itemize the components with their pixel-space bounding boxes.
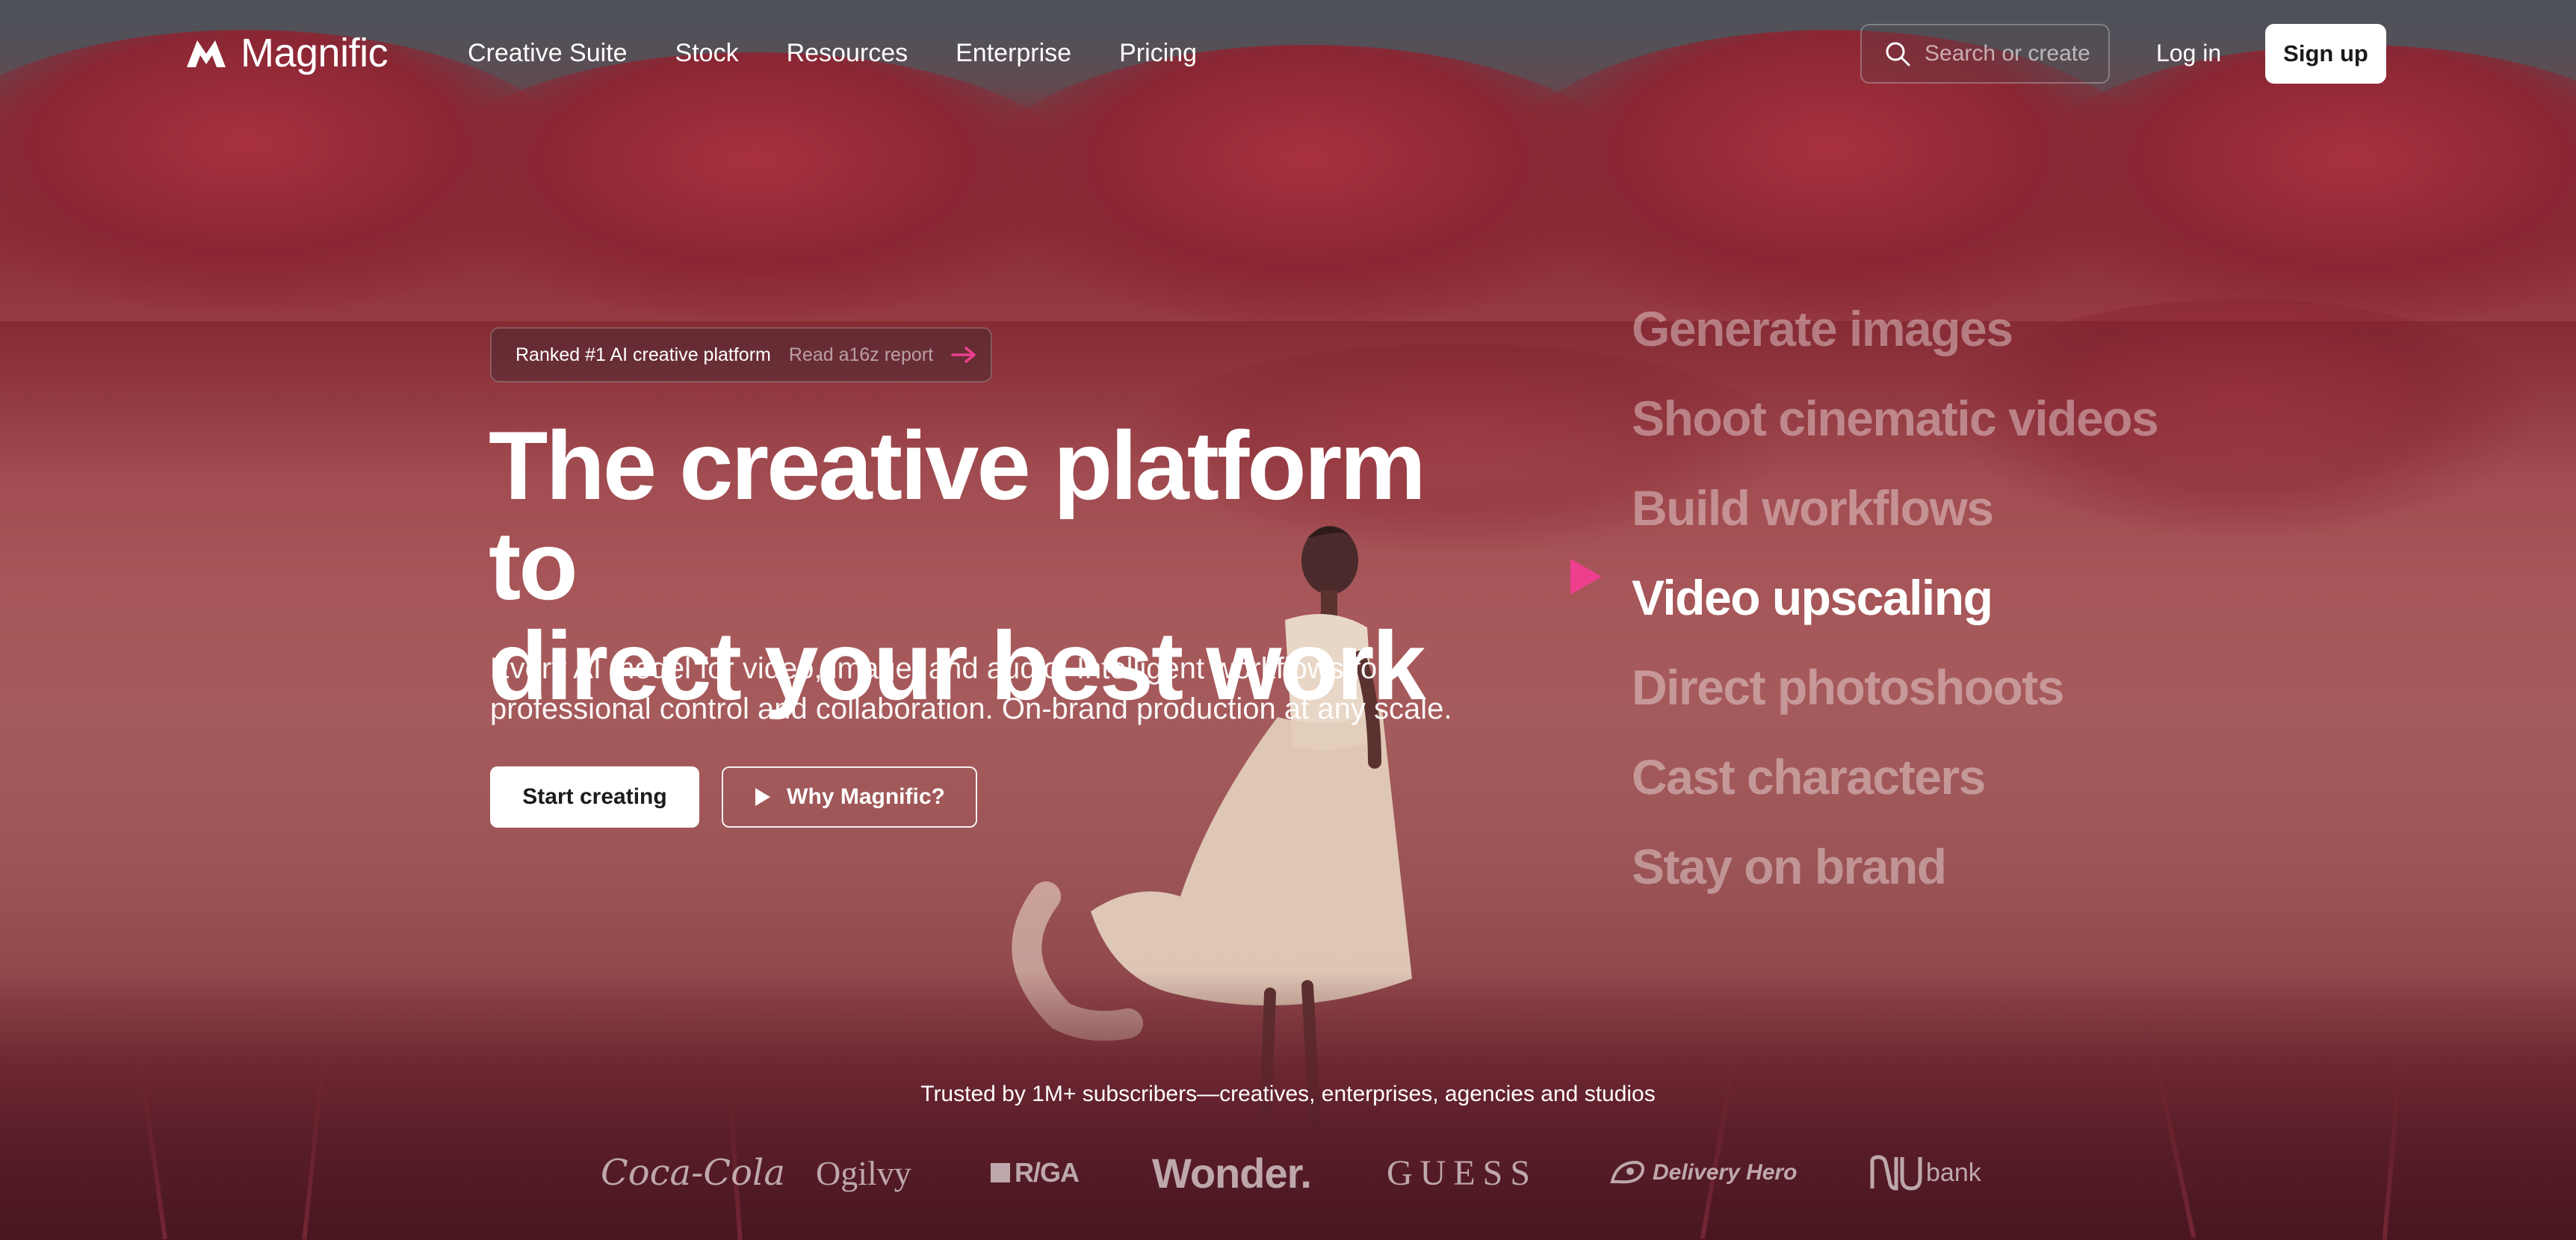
nav-link-stock[interactable]: Stock (675, 36, 739, 70)
ranking-badge-text: Ranked #1 AI creative platform (515, 344, 771, 365)
hero-subtitle: Every AI model for video, image, and aud… (490, 652, 1452, 725)
logo-wonder: Wonder. (1152, 1149, 1312, 1197)
feature-list: Generate images Shoot cinematic videos B… (1632, 284, 2379, 911)
feature-direct-photoshoots[interactable]: Direct photoshoots (1632, 642, 2379, 732)
login-link[interactable]: Log in (2156, 36, 2221, 70)
trusted-by-text: Trusted by 1M+ subscribers—creatives, en… (920, 1082, 1656, 1106)
logo-rga: R/GA (991, 1150, 1080, 1195)
feature-build-workflows[interactable]: Build workflows (1632, 463, 2379, 553)
start-creating-button[interactable]: Start creating (490, 766, 699, 828)
nav-link-resources[interactable]: Resources (787, 36, 908, 70)
feature-cast-characters[interactable]: Cast characters (1632, 732, 2379, 822)
signup-button[interactable]: Sign up (2265, 24, 2386, 84)
search-icon (1886, 42, 1910, 66)
logo-coca-cola: Coca-Cola (601, 1152, 785, 1194)
feature-shoot-cinematic-videos[interactable]: Shoot cinematic videos (1632, 373, 2379, 463)
arrow-right-icon (951, 347, 976, 363)
feature-video-upscaling[interactable]: Video upscaling (1632, 553, 2379, 642)
why-magnific-button[interactable]: Why Magnific? (722, 766, 977, 828)
delivery-hero-icon (1610, 1160, 1644, 1184)
feature-generate-images[interactable]: Generate images (1632, 284, 2379, 373)
logo-ogilvy: Ogilvy (816, 1153, 911, 1192)
headline-line-1: The creative platform to (489, 411, 1426, 620)
logo-guess: GUESS (1387, 1153, 1538, 1193)
brand-logo[interactable]: Magnific (185, 30, 388, 76)
nav-link-pricing[interactable]: Pricing (1119, 36, 1197, 70)
nav-links: Creative Suite Stock Resources Enterpris… (468, 36, 1197, 70)
client-logos: Coca-Cola Ogilvy R/GA Wonder. GUESS Deli… (0, 1143, 2576, 1203)
ranking-badge[interactable]: Ranked #1 AI creative platform Read a16z… (490, 327, 992, 382)
search-input[interactable]: Search or create (1860, 24, 2110, 84)
logo-nubank: bank (1869, 1150, 1981, 1195)
top-navigation: Magnific Creative Suite Stock Resources … (0, 0, 2576, 108)
feature-stay-on-brand[interactable]: Stay on brand (1632, 822, 2379, 911)
nav-link-enterprise[interactable]: Enterprise (956, 36, 1071, 70)
search-placeholder: Search or create (1925, 41, 2090, 66)
report-link[interactable]: Read a16z report (789, 344, 933, 366)
play-triangle-icon (1570, 559, 1602, 595)
rga-square-icon (991, 1163, 1010, 1182)
why-magnific-label: Why Magnific? (787, 784, 945, 809)
play-icon (755, 788, 771, 806)
nu-logo-icon (1870, 1155, 1922, 1191)
magnific-logo-icon (187, 40, 226, 67)
brand-name: Magnific (241, 31, 388, 75)
logo-delivery-hero: Delivery Hero (1609, 1150, 1797, 1195)
nav-link-creative-suite[interactable]: Creative Suite (468, 36, 628, 70)
